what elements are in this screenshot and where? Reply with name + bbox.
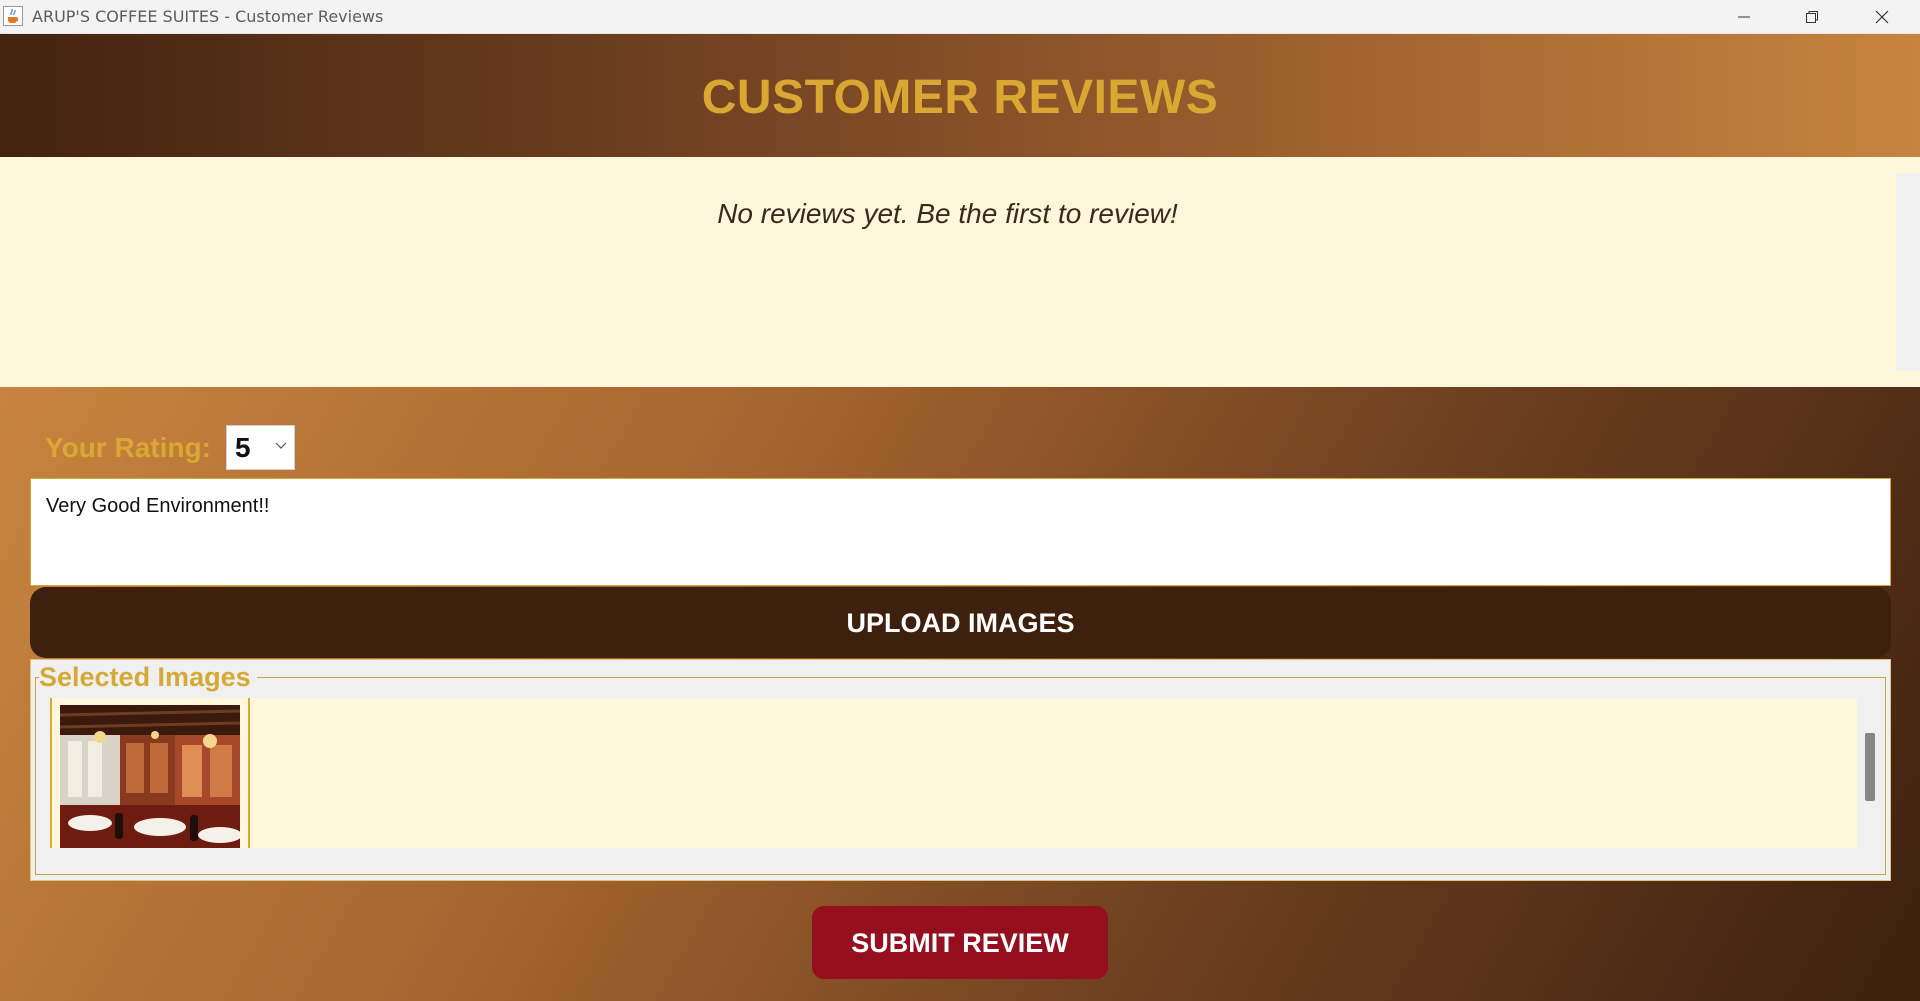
close-button[interactable] <box>1850 0 1914 34</box>
submit-review-button[interactable]: SUBMIT REVIEW <box>812 906 1108 979</box>
image-thumbnail-item[interactable] <box>50 698 250 848</box>
review-text-area[interactable]: Very Good Environment!! <box>30 478 1891 586</box>
upload-images-label: UPLOAD IMAGES <box>846 608 1075 638</box>
review-form: Your Rating: 5 Very Good Environment!! U… <box>0 387 1920 1001</box>
upload-images-button[interactable]: UPLOAD IMAGES <box>30 587 1891 658</box>
restaurant-interior-thumbnail <box>60 705 240 848</box>
rating-select[interactable]: 5 <box>226 425 295 470</box>
images-scrollbar[interactable] <box>1861 698 1878 848</box>
page-header: CUSTOMER REVIEWS <box>0 34 1920 157</box>
selected-images-legend: Selected Images <box>39 662 257 693</box>
submit-review-label: SUBMIT REVIEW <box>851 928 1069 958</box>
rating-selected-value: 5 <box>235 432 251 463</box>
java-cup-icon <box>3 6 23 26</box>
images-scrollbar-thumb[interactable] <box>1865 733 1875 801</box>
close-icon <box>1875 10 1889 24</box>
minimize-icon <box>1738 16 1750 18</box>
selected-images-list <box>50 698 1857 848</box>
restore-icon <box>1806 11 1818 23</box>
reviews-scrollbar[interactable] <box>1896 173 1920 371</box>
reviews-list: No reviews yet. Be the first to review! <box>0 157 1920 387</box>
minimize-button[interactable] <box>1712 0 1776 34</box>
page-title: CUSTOMER REVIEWS <box>701 71 1219 124</box>
selected-images-panel: Selected Images <box>30 659 1891 881</box>
window-title: ARUP'S COFFEE SUITES - Customer Reviews <box>32 7 384 26</box>
chevron-down-icon <box>275 442 287 449</box>
empty-reviews-message: No reviews yet. Be the first to review! <box>717 198 1178 229</box>
review-text-value: Very Good Environment!! <box>46 495 270 517</box>
window-titlebar: ARUP'S COFFEE SUITES - Customer Reviews <box>0 0 1920 34</box>
restore-button[interactable] <box>1780 0 1844 34</box>
rating-label: Your Rating: <box>45 432 211 463</box>
